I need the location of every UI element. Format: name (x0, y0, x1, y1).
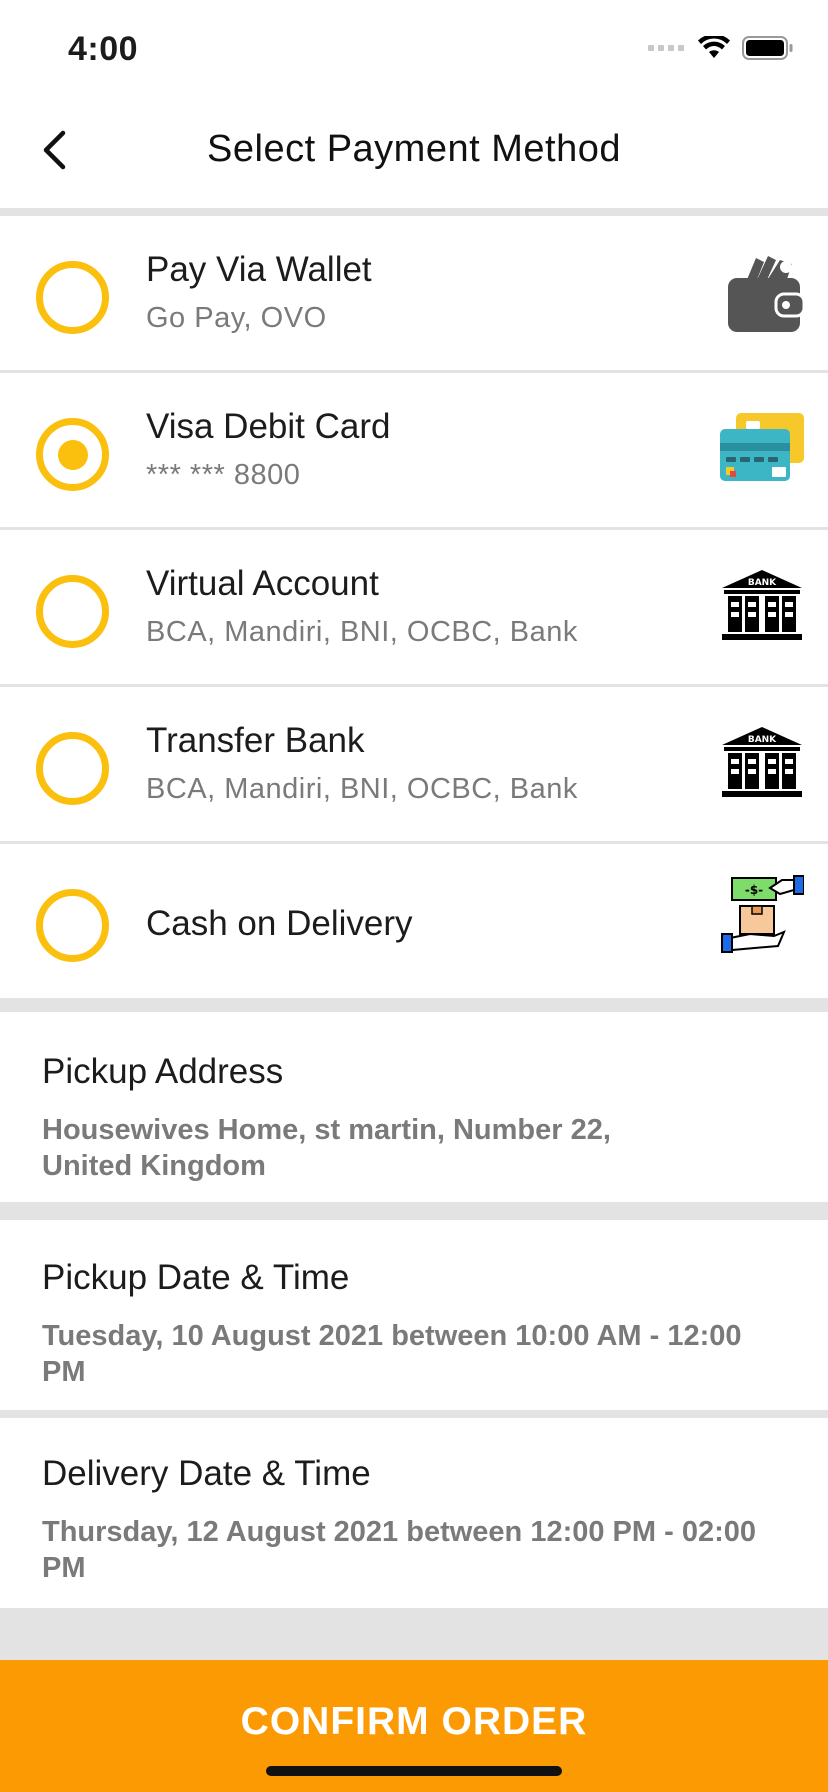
radio-button-selected[interactable] (36, 418, 109, 491)
payment-option-wallet[interactable]: Pay Via Wallet Go Pay, OVO (0, 216, 828, 373)
page-title: Select Payment Method (207, 128, 621, 170)
bank-icon: BANK (722, 727, 802, 797)
payment-option-transfer-bank[interactable]: Transfer Bank BCA, Mandiri, BNI, OCBC, B… (0, 687, 828, 844)
wifi-icon (698, 36, 730, 58)
home-indicator (266, 1766, 562, 1776)
wallet-icon (728, 256, 804, 332)
payment-option-title: Virtual Account (146, 564, 379, 603)
radio-button[interactable] (36, 575, 109, 648)
delivery-datetime-text: Thursday, 12 August 2021 between 12:00 P… (42, 1516, 756, 1584)
delivery-datetime-section: Delivery Date & Time Thursday, 12 August… (0, 1418, 828, 1608)
radio-button[interactable] (36, 732, 109, 805)
payment-option-subtitle: BCA, Mandiri, BNI, OCBC, Bank (146, 773, 578, 805)
payment-option-title: Visa Debit Card (146, 407, 391, 446)
background-fill (0, 1608, 828, 1660)
status-time: 4:00 (68, 30, 139, 68)
payment-option-title: Transfer Bank (146, 721, 365, 760)
payment-option-subtitle: Go Pay, OVO (146, 302, 327, 334)
divider (0, 998, 828, 1012)
payment-option-title: Cash on Delivery (146, 904, 413, 943)
status-bar: 4:00 (0, 0, 828, 96)
divider (0, 1410, 828, 1418)
battery-icon (742, 36, 793, 60)
pickup-address-text: Housewives Home, st martin, Number 22, U… (42, 1114, 611, 1182)
payment-option-title: Pay Via Wallet (146, 250, 372, 289)
divider (0, 1202, 828, 1220)
payment-option-subtitle: *** *** 8800 (146, 459, 301, 491)
payment-option-cash-on-delivery[interactable]: Cash on Delivery -$- (0, 844, 828, 1001)
payment-option-visa-debit-card[interactable]: Visa Debit Card *** *** 8800 (0, 373, 828, 530)
signal-icon (648, 45, 684, 51)
section-title: Pickup Date & Time (42, 1258, 350, 1297)
payment-option-virtual-account[interactable]: Virtual Account BCA, Mandiri, BNI, OCBC,… (0, 530, 828, 687)
status-icons (648, 36, 794, 60)
svg-text:-$-: -$- (745, 883, 763, 897)
bank-icon: BANK (722, 570, 802, 640)
section-title: Delivery Date & Time (42, 1454, 371, 1493)
section-title: Pickup Address (42, 1052, 284, 1091)
svg-text:BANK: BANK (748, 735, 777, 745)
nav-bar: Select Payment Method (0, 96, 828, 208)
pickup-datetime-section: Pickup Date & Time Tuesday, 10 August 20… (0, 1220, 828, 1410)
pickup-address-section: Pickup Address Housewives Home, st marti… (0, 1012, 828, 1202)
pickup-datetime-text: Tuesday, 10 August 2021 between 10:00 AM… (42, 1320, 742, 1388)
radio-button[interactable] (36, 261, 109, 334)
payment-method-list: Pay Via Wallet Go Pay, OVO Visa Debit Ca… (0, 216, 828, 1001)
svg-text:BANK: BANK (748, 578, 777, 588)
confirm-order-label: CONFIRM ORDER (240, 1700, 588, 1743)
credit-card-icon (720, 413, 804, 481)
payment-option-subtitle: BCA, Mandiri, BNI, OCBC, Bank (146, 616, 578, 648)
cash-delivery-icon: -$- (721, 875, 804, 953)
radio-button[interactable] (36, 889, 109, 962)
